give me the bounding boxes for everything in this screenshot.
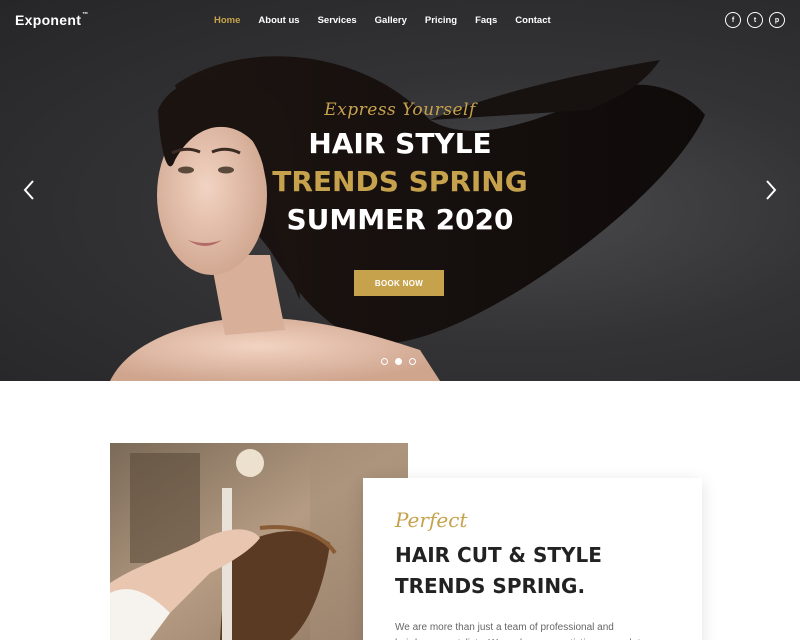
top-navigation: Exponent™ Home About us Services Gallery… [0,0,800,40]
hero-heading-line-3: SUMMER 2020 [286,203,514,236]
brand-name: Exponent [15,12,82,28]
feature-heading-line-2: TRENDS SPRING. [395,574,586,598]
nav-item-contact[interactable]: Contact [515,15,550,26]
twitter-icon[interactable]: t [747,12,763,28]
feature-tagline: Perfect [395,508,468,532]
slide-dot-3[interactable] [409,358,416,365]
hero-heading-line-1: HAIR STYLE [308,127,492,160]
nav-item-about-us[interactable]: About us [258,15,299,26]
chevron-left-icon[interactable] [20,178,38,202]
facebook-icon[interactable]: f [725,12,741,28]
nav-item-faqs[interactable]: Faqs [475,15,497,26]
slide-dot-1[interactable] [381,358,388,365]
social-links: f t p [719,12,785,28]
slide-dot-2[interactable] [395,358,402,365]
feature-card: Perfect HAIR CUT & STYLE TRENDS SPRING. … [363,478,702,640]
feature-heading-line-1: HAIR CUT & STYLE [395,543,602,567]
chevron-right-icon[interactable] [762,178,780,202]
book-now-button[interactable]: BOOK NOW [354,270,444,296]
hero-heading-line-2: TRENDS SPRING [272,165,528,198]
nav-item-home[interactable]: Home [214,15,240,26]
brand-trademark: ™ [82,12,89,18]
pinterest-icon[interactable]: p [769,12,785,28]
main-menu: Home About us Services Gallery Pricing F… [214,15,569,26]
brand-logo[interactable]: Exponent™ [15,12,89,28]
hero-caption: Express Yourself HAIR STYLE TRENDS SPRIN… [200,100,600,239]
feature-description: We are more than just a team of professi… [395,622,663,640]
nav-item-services[interactable]: Services [318,15,357,26]
hero-tagline: Express Yourself [324,100,476,120]
nav-item-pricing[interactable]: Pricing [425,15,457,26]
nav-item-gallery[interactable]: Gallery [375,15,407,26]
slider-pagination [381,358,423,365]
hero-slider: Exponent™ Home About us Services Gallery… [0,0,800,381]
